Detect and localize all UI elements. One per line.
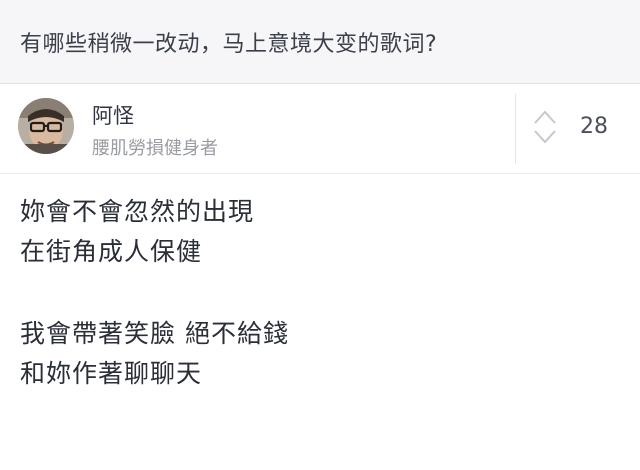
up-down-arrows-icon[interactable] <box>533 108 557 146</box>
lyric-line: 在街角成人保健 <box>20 237 203 266</box>
vote-count: 28 <box>580 114 608 139</box>
vote-divider <box>515 94 516 164</box>
lyric-line: 妳會不會忽然的出現 <box>20 197 255 226</box>
author-row: 阿怪 腰肌勞損健身者 28 <box>0 84 640 174</box>
stanza-gap <box>20 272 620 314</box>
lyric-line: 我會帶著笑臉 絕不給錢 <box>20 319 289 348</box>
author-name[interactable]: 阿怪 <box>92 100 134 130</box>
answer-page: 有哪些稍微一改动，马上意境大变的歌词? 阿怪 腰肌勞損健身者 28 妳會不會忽然… <box>0 0 640 470</box>
lyric-line: 和妳作著聊聊天 <box>20 359 203 388</box>
author-bio: 腰肌勞損健身者 <box>92 138 218 159</box>
avatar-photo <box>18 98 74 154</box>
answer-body: 妳會不會忽然的出現 在街角成人保健 我會帶著笑臉 絕不給錢 和妳作著聊聊天 <box>20 192 620 394</box>
avatar[interactable] <box>18 98 74 154</box>
question-header[interactable]: 有哪些稍微一改动，马上意境大变的歌词? <box>0 0 640 84</box>
question-title[interactable]: 有哪些稍微一改动，马上意境大变的歌词? <box>20 26 437 58</box>
